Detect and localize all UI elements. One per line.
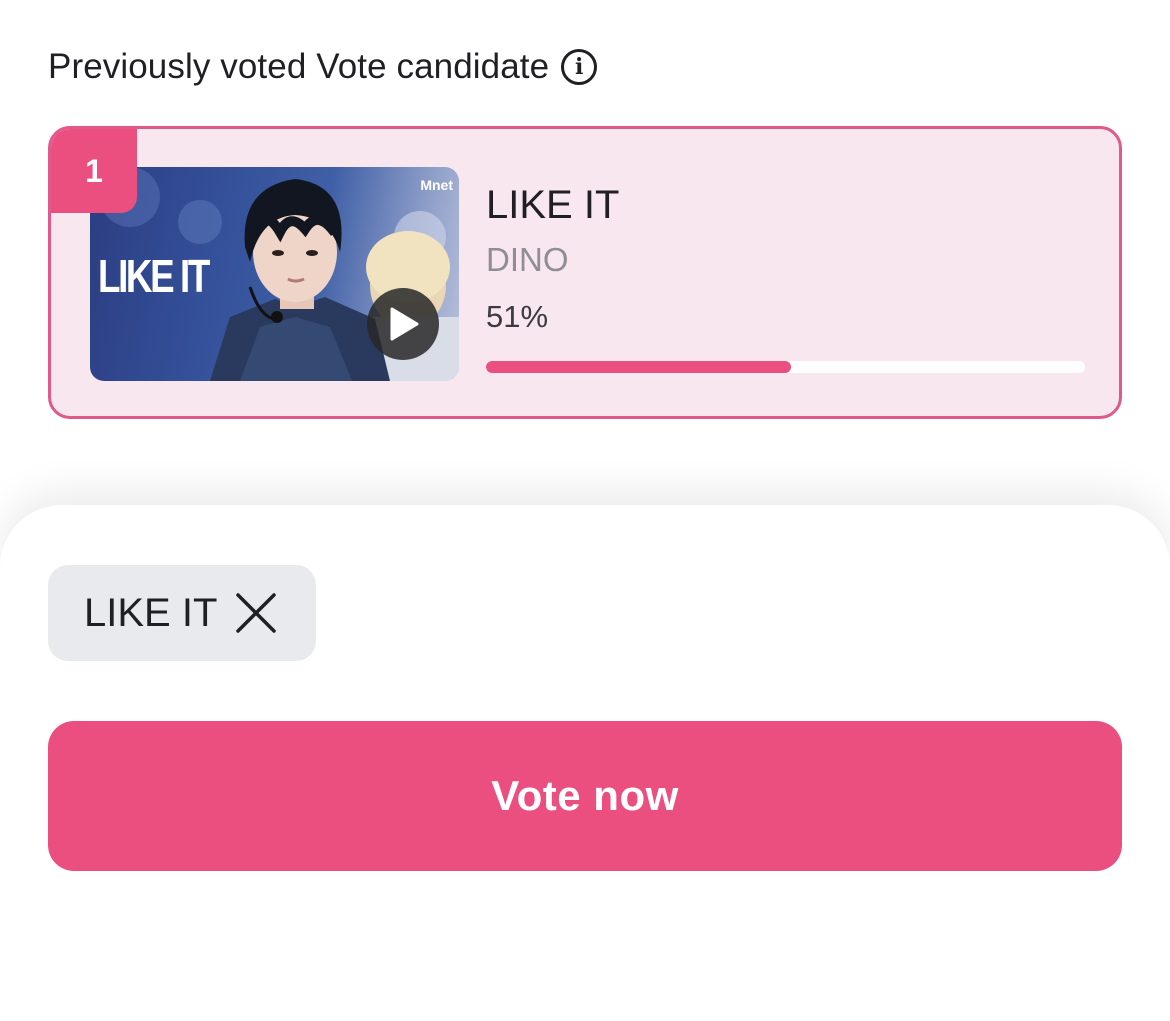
mnet-logo: Mnet xyxy=(420,177,453,193)
thumbnail-title: LIKE IT xyxy=(98,250,210,302)
vote-progress-fill xyxy=(486,361,792,373)
video-thumbnail[interactable]: LIKE IT Mnet xyxy=(90,167,459,381)
section-header: Previously voted Vote candidate i xyxy=(48,44,598,90)
rank-badge: 1 xyxy=(51,129,137,213)
close-icon[interactable] xyxy=(235,592,277,634)
play-button[interactable] xyxy=(367,288,439,360)
info-icon[interactable]: i xyxy=(561,49,598,85)
candidate-card[interactable]: 1 LIKE IT Mnet LIKE IT DINO 51% xyxy=(48,126,1122,419)
song-title: LIKE IT xyxy=(486,183,620,227)
previous-vote-section: Previously voted Vote candidate i 1 LIKE… xyxy=(0,0,1170,520)
play-icon xyxy=(390,307,419,341)
vote-progress-bar xyxy=(486,361,1085,373)
chip-label: LIKE IT xyxy=(84,590,218,635)
vote-sheet: LIKE IT Vote now xyxy=(0,505,1170,1021)
vote-now-button[interactable]: Vote now xyxy=(48,721,1122,871)
artist-name: DINO xyxy=(486,241,569,278)
vote-percent: 51% xyxy=(486,299,549,334)
section-title: Previously voted Vote candidate xyxy=(48,47,550,86)
selected-candidate-chip[interactable]: LIKE IT xyxy=(48,565,316,661)
